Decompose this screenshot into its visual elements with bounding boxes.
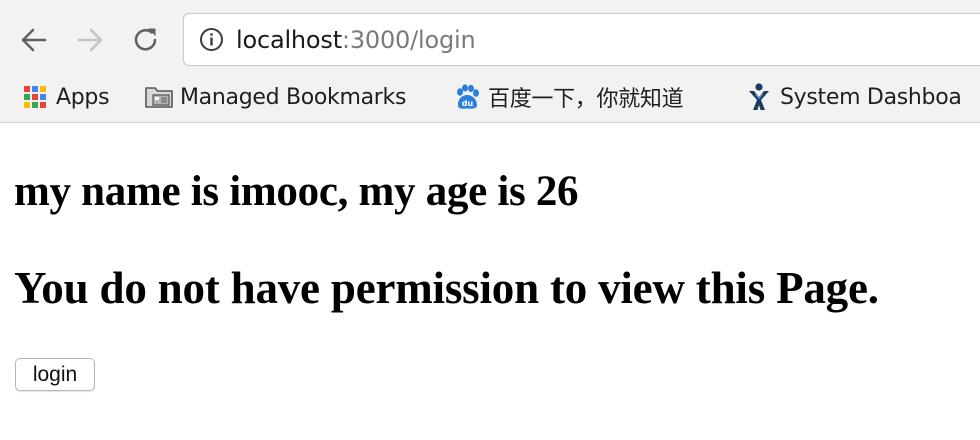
bookmark-baidu[interactable]: du 百度一下，你就知道 [452,79,684,115]
bookmark-label: 百度一下，你就知道 [488,87,684,112]
arrow-left-icon [21,28,47,52]
bookmark-apps[interactable]: Apps [20,79,110,115]
arrow-right-icon [77,28,103,52]
svg-text:du: du [462,99,474,108]
reload-icon [134,28,157,51]
bookmark-system-dashboard[interactable]: System Dashboa [744,79,962,115]
back-button[interactable] [18,24,50,56]
jira-icon [744,82,774,112]
apps-grid-icon [20,82,50,112]
page-content: my name is imooc, my age is 26 You do no… [0,124,980,440]
info-icon[interactable] [199,27,224,52]
bookmark-managed-bookmarks[interactable]: Managed Bookmarks [144,79,406,115]
browser-toolbar: localhost:3000/login [0,0,980,72]
address-bar[interactable]: localhost:3000/login [183,13,980,66]
bookmark-label: System Dashboa [780,84,962,110]
bookmarks-bar: Apps Managed Bookmarks du 百度一下，你就知道 Syst… [0,72,980,123]
url-host: localhost [236,26,342,54]
folder-icon [144,82,174,112]
url-text[interactable]: localhost:3000/login [236,26,476,54]
login-button[interactable]: login [15,358,95,391]
bookmark-label: Managed Bookmarks [180,84,407,110]
name-age-heading: my name is imooc, my age is 26 [14,168,579,215]
url-path: :3000/login [341,26,476,54]
permission-heading: You do not have permission to view this … [14,263,879,313]
reload-button[interactable] [130,24,162,56]
baidu-paw-icon: du [452,82,482,112]
bookmark-label: Apps [56,84,110,110]
forward-button[interactable] [74,24,106,56]
